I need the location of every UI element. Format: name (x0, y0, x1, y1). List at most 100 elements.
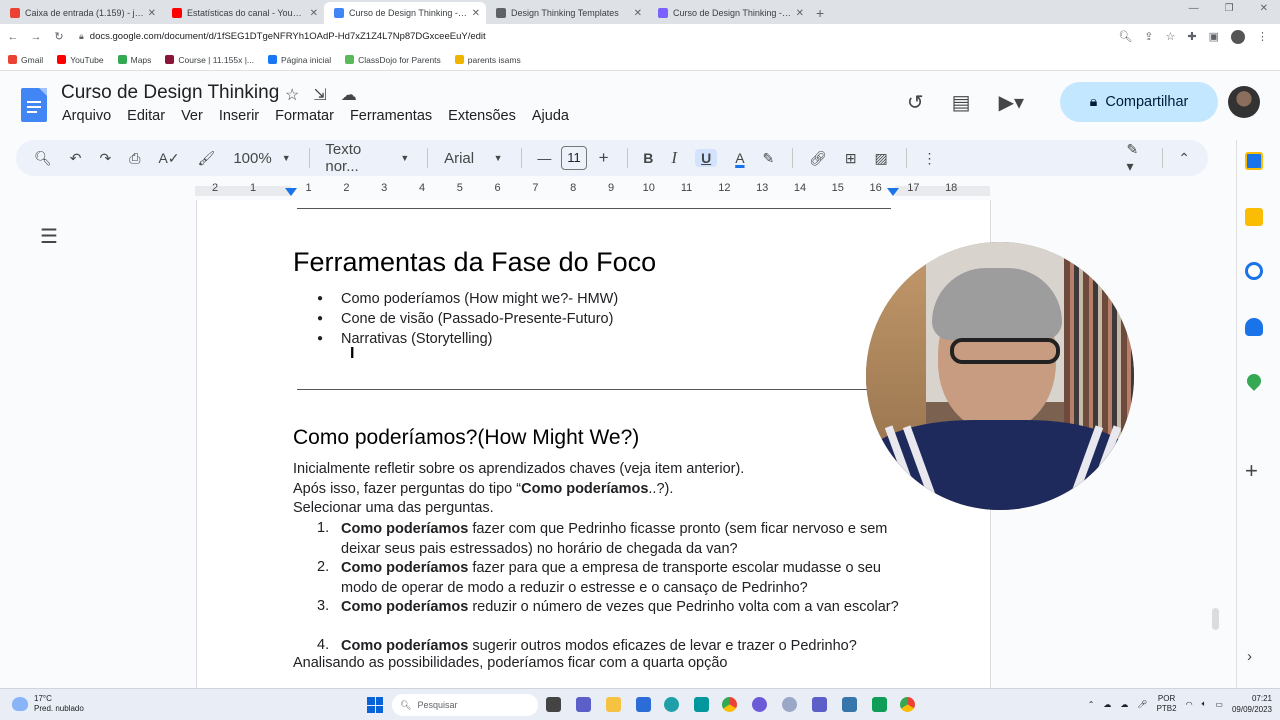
windows-start-icon[interactable] (367, 697, 383, 713)
bookmark-item[interactable]: Página inicial (268, 55, 331, 65)
italic-icon[interactable]: I (671, 148, 677, 168)
cloud-saved-icon[interactable]: ☁︎ (341, 85, 357, 105)
edge-icon[interactable] (664, 697, 679, 712)
close-icon[interactable]: ✕ (796, 8, 804, 19)
user-avatar[interactable] (1228, 86, 1260, 118)
r-app-icon[interactable] (782, 697, 797, 712)
chat-icon[interactable] (576, 697, 591, 712)
new-tab-icon[interactable]: + (816, 2, 824, 24)
bookmark-star-icon[interactable]: ☆ (1166, 30, 1176, 43)
menu-arquivo[interactable]: Arquivo (62, 108, 111, 124)
task-view-icon[interactable] (546, 697, 561, 712)
style-dropdown[interactable]: Texto nor... ▼ (325, 141, 409, 175)
restore-icon[interactable]: ❐ (1225, 3, 1234, 14)
move-folder-icon[interactable]: ⇲ (313, 85, 326, 105)
hide-menus-icon[interactable]: ⌃ (1178, 150, 1190, 167)
python-icon[interactable] (842, 697, 857, 712)
star-icon[interactable]: ☆ (285, 85, 299, 105)
paint-format-icon[interactable]: 🖌︎ (198, 150, 216, 167)
menu-formatar[interactable]: Formatar (275, 108, 334, 124)
horizontal-ruler[interactable]: 2 1 1 2 3 4 5 6 7 8 9 10 11 12 13 14 15 16 17 18 (195, 182, 990, 198)
taskbar-search[interactable]: 🔍︎ Pesquisar (392, 694, 538, 716)
teams-icon[interactable] (812, 697, 827, 712)
font-size-field[interactable]: 11 (561, 146, 587, 170)
minimize-icon[interactable]: — (1189, 3, 1199, 14)
contacts-icon[interactable] (1245, 318, 1263, 336)
zoom-dropdown[interactable]: 100% ▼ (233, 150, 290, 167)
spellcheck-icon[interactable]: A✓ (158, 150, 179, 167)
menu-editar[interactable]: Editar (127, 108, 165, 124)
insert-image-icon[interactable]: ▨ (875, 150, 888, 167)
browser-tab[interactable]: Curso de Design Thinking - Docu ✕ (324, 2, 486, 24)
bookmark-item[interactable]: Gmail (8, 55, 43, 65)
highlight-icon[interactable]: ✎ (763, 150, 775, 167)
sidebar-icon[interactable]: ▣ (1209, 30, 1219, 43)
profile-avatar[interactable] (1231, 29, 1245, 44)
close-icon[interactable]: ✕ (472, 8, 480, 19)
chevron-up-icon[interactable]: ⌃ (1088, 700, 1095, 709)
menu-inserir[interactable]: Inserir (219, 108, 259, 124)
sheets-icon[interactable] (872, 697, 887, 712)
document-title[interactable]: Curso de Design Thinking (61, 82, 279, 104)
document-outline-icon[interactable]: ☰ (40, 224, 58, 249)
back-icon[interactable]: ← (3, 31, 23, 43)
add-comment-icon[interactable]: ⊞ (845, 150, 857, 167)
bold-icon[interactable]: B (643, 150, 653, 166)
close-icon[interactable]: ✕ (148, 8, 156, 19)
bookmark-item[interactable]: Maps (117, 55, 151, 65)
language-indicator[interactable]: POR PTB2 (1157, 694, 1177, 714)
version-history-icon[interactable]: ↺ (907, 90, 924, 115)
docs-logo-icon[interactable] (21, 88, 47, 122)
editing-mode-icon[interactable]: ✎ ▾ (1127, 141, 1144, 175)
close-window-icon[interactable]: ✕ (1260, 3, 1268, 14)
browser-tab[interactable]: Estatísticas do canal - YouTube St ✕ (162, 2, 324, 24)
browser-menu-icon[interactable]: ⋮ (1257, 30, 1268, 43)
browser-tab[interactable]: Design Thinking Templates ✕ (486, 2, 648, 24)
decrease-font-size-icon[interactable]: — (537, 150, 551, 166)
file-explorer-icon[interactable] (606, 697, 621, 712)
share-button[interactable]: 🔒︎ Compartilhar (1060, 82, 1218, 122)
onedrive-icon[interactable]: ☁︎ (1120, 700, 1128, 709)
search-menus-icon[interactable]: 🔍︎ (34, 150, 52, 167)
volume-icon[interactable]: 🔈︎ (1202, 699, 1207, 709)
bookmark-item[interactable]: Course | 11.155x |... (165, 55, 254, 65)
maps-icon[interactable] (1244, 371, 1264, 391)
menu-ver[interactable]: Ver (181, 108, 203, 124)
reload-icon[interactable]: ↻ (49, 30, 69, 43)
menu-ajuda[interactable]: Ajuda (532, 108, 569, 124)
battery-icon[interactable]: ▭ (1215, 700, 1223, 709)
print-icon[interactable]: ⎙ (129, 150, 140, 167)
underline-icon[interactable]: U (695, 149, 718, 167)
text-color-icon[interactable]: A (735, 150, 744, 166)
forward-icon[interactable]: → (26, 31, 46, 43)
meet-camera-icon[interactable]: ▶▾ (999, 90, 1024, 115)
bookmark-item[interactable]: YouTube (57, 55, 104, 65)
close-icon[interactable]: ✕ (634, 8, 642, 19)
weather-tray-icon[interactable]: ☁︎ (1103, 700, 1111, 709)
keep-icon[interactable] (1245, 208, 1263, 226)
arduino-icon[interactable] (694, 697, 709, 712)
font-dropdown[interactable]: Arial ▼ (444, 150, 503, 167)
tasks-icon[interactable] (1245, 262, 1263, 280)
share-page-icon[interactable]: ⇪ (1144, 30, 1153, 43)
wifi-icon[interactable]: ◠ (1186, 700, 1193, 709)
calendar-icon[interactable] (1245, 152, 1263, 170)
menu-extensões[interactable]: Extensões (448, 108, 516, 124)
url-field[interactable]: 🔒︎ docs.google.com/document/d/1fSEG1DTge… (79, 31, 1118, 42)
close-icon[interactable]: ✕ (310, 8, 318, 19)
extensions-icon[interactable]: ✚ (1187, 30, 1196, 43)
redo-icon[interactable]: ↷ (100, 150, 112, 167)
settings-icon[interactable] (752, 697, 767, 712)
chrome-icon[interactable] (722, 697, 737, 712)
microphone-icon[interactable]: 🎤︎ (1137, 700, 1147, 709)
increase-font-size-icon[interactable]: + (599, 148, 609, 168)
comments-icon[interactable]: ▤ (952, 90, 971, 115)
store-icon[interactable] (636, 697, 651, 712)
more-options-icon[interactable]: ⋮ (923, 150, 937, 167)
chrome-profile-icon[interactable] (900, 697, 915, 712)
browser-tab[interactable]: Caixa de entrada (1.159) - joaoal ✕ (0, 2, 162, 24)
zoom-icon[interactable]: 🔍︎ (1118, 30, 1132, 43)
scrollbar[interactable] (1212, 608, 1219, 630)
weather-widget[interactable]: 17°C Pred. nublado (12, 694, 84, 714)
bookmark-item[interactable]: ClassDojo for Parents (345, 55, 441, 65)
